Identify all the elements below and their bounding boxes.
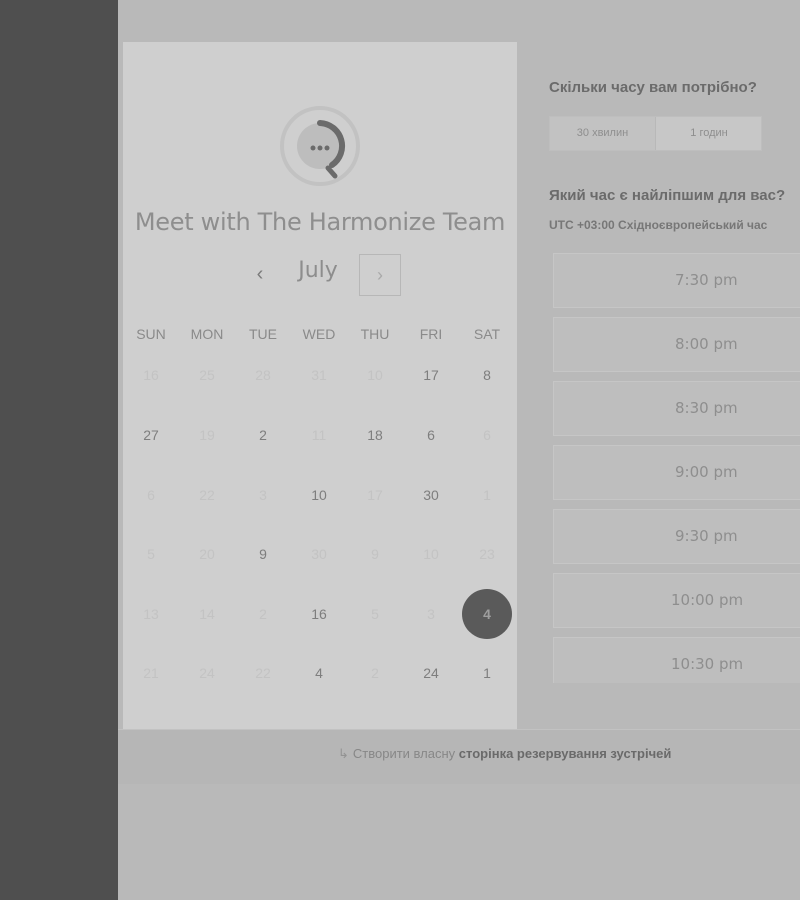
time-slot[interactable]: 8:00 pm: [553, 317, 800, 372]
calendar-day: 24: [199, 665, 215, 681]
calendar-day[interactable]: 30: [406, 470, 456, 520]
calendar-day: 31: [311, 367, 327, 383]
calendar-day: 23: [479, 546, 495, 562]
timezone-name: Східноєвропейський час: [618, 218, 768, 232]
duration-1hour-button[interactable]: 1 годин: [656, 117, 762, 150]
pointer-icon: ↳: [338, 746, 349, 761]
weekday-wed: WED: [302, 326, 336, 342]
weekday-sun: SUN: [136, 326, 166, 342]
calendar-day[interactable]: 1: [462, 648, 512, 698]
calendar-day: 17: [367, 487, 383, 503]
time-slot-label: 8:30 pm: [675, 399, 738, 417]
calendar-day: 1: [483, 487, 491, 503]
calendar-day: 5: [371, 606, 379, 622]
left-panel: [0, 0, 118, 900]
time-slot-label: 9:00 pm: [675, 463, 738, 481]
calendar-day: 11: [311, 427, 327, 443]
calendar-day: 3: [259, 487, 267, 503]
calendar-day: 25: [199, 367, 215, 383]
time-slot-label: 9:30 pm: [675, 527, 738, 545]
weekday-thu: THU: [360, 326, 390, 342]
timezone-label[interactable]: UTC +03:00 Східноєвропейський час: [549, 218, 767, 232]
time-slot[interactable]: 10:00 pm: [553, 573, 800, 628]
calendar-day: 19: [199, 427, 215, 443]
calendar-day: 10: [367, 367, 383, 383]
time-slot[interactable]: 7:30 pm: [553, 253, 800, 308]
calendar-day: 6: [483, 427, 491, 443]
footer-link-text: сторінка резервування зустрічей: [458, 746, 672, 761]
selected-day[interactable]: 4: [462, 589, 512, 639]
calendar-day: 2: [371, 665, 379, 681]
duration-selector: 30 хвилин 1 годин: [549, 116, 762, 151]
time-slot-label: 7:30 pm: [675, 271, 738, 289]
time-slot-label: 10:30 pm: [671, 655, 744, 673]
calendar-day: 6: [147, 487, 155, 503]
meeting-title: Meet with The Harmonize Team: [134, 208, 506, 236]
weekday-header: SUN MON TUE WED THU FRI SAT: [123, 326, 517, 346]
weekday-tue: TUE: [249, 326, 277, 342]
calendar-day: 10: [423, 546, 439, 562]
timezone-offset: UTC +03:00: [549, 218, 615, 232]
calendar-day: 14: [199, 606, 215, 622]
calendar-day: 20: [199, 546, 215, 562]
time-slot[interactable]: 8:30 pm: [553, 381, 800, 436]
calendar-day[interactable]: 6: [406, 410, 456, 460]
calendar-day: 22: [255, 665, 271, 681]
calendar-card: Meet with The Harmonize Team ‹ July › SU…: [123, 42, 517, 729]
calendar-day: 3: [427, 606, 435, 622]
calendar-day: 22: [199, 487, 215, 503]
footer-bar: ↳ Створити власну сторінка резервування з…: [118, 729, 800, 784]
calendar-day[interactable]: 2: [238, 410, 288, 460]
time-slot[interactable]: 10:30 pm: [553, 637, 800, 683]
calendar-day: 9: [371, 546, 379, 562]
calendar-day[interactable]: 16: [294, 589, 344, 639]
calendar-day: 2: [259, 606, 267, 622]
next-month-button[interactable]: ›: [359, 254, 401, 296]
calendar-day[interactable]: 17: [406, 350, 456, 400]
calendar-day[interactable]: 8: [462, 350, 512, 400]
weekday-mon: MON: [190, 326, 224, 342]
calendar-day[interactable]: 24: [406, 648, 456, 698]
time-slot-label: 10:00 pm: [671, 591, 744, 609]
time-slot-list: 7:30 pm 8:00 pm 8:30 pm 9:00 pm 9:30 pm …: [553, 253, 800, 683]
calendar-day: 13: [143, 606, 159, 622]
weekday-sat: SAT: [473, 326, 501, 342]
calendar-day: 30: [311, 546, 327, 562]
weekday-fri: FRI: [419, 326, 443, 342]
calendar-day[interactable]: 27: [126, 410, 176, 460]
month-navigation: ‹ July ›: [123, 252, 517, 298]
footer-link[interactable]: ↳ Створити власну сторінка резервування з…: [338, 746, 671, 762]
time-slot-label: 8:00 pm: [675, 335, 738, 353]
time-slot[interactable]: 9:30 pm: [553, 509, 800, 564]
footer-prefix: Створити власну: [352, 746, 456, 761]
calendar-day[interactable]: 10: [294, 470, 344, 520]
calendar-day: 5: [147, 546, 155, 562]
chat-bubble-icon: [297, 120, 346, 179]
calendar-day: 16: [143, 367, 159, 383]
month-label: July: [298, 258, 338, 283]
calendar-day[interactable]: 18: [350, 410, 400, 460]
duration-heading: Скільки часу вам потрібно?: [549, 79, 757, 96]
previous-month-button[interactable]: ‹: [247, 260, 273, 288]
calendar-day: 28: [255, 367, 271, 383]
time-slot[interactable]: 9:00 pm: [553, 445, 800, 500]
team-logo: [280, 106, 360, 186]
time-heading: Який час є найліпшим для вас?: [549, 187, 786, 204]
duration-30min-button[interactable]: 30 хвилин: [550, 117, 656, 150]
calendar-day: 21: [143, 665, 159, 681]
calendar-day[interactable]: 4: [294, 648, 344, 698]
calendar-day[interactable]: 9: [238, 529, 288, 579]
